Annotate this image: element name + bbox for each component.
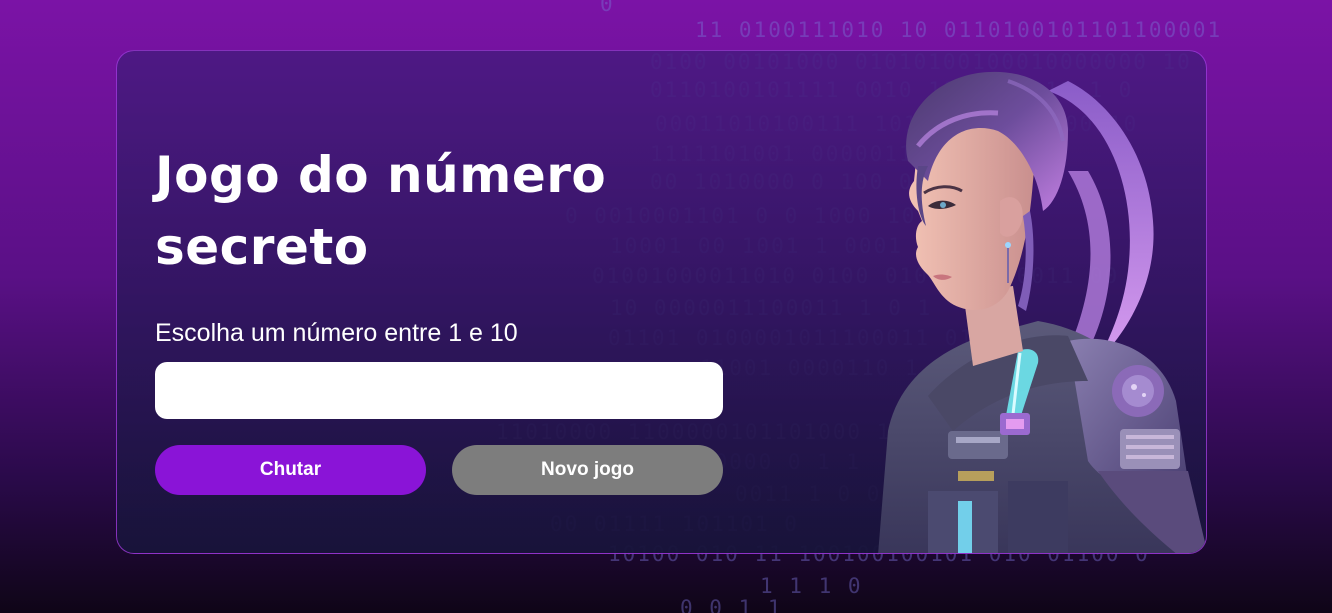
range-prompt: Escolha um número entre 1 e 10 [155, 319, 518, 347]
title-line-2: secreto [155, 218, 369, 276]
cyberpunk-woman-illustration [878, 71, 1206, 553]
binary-line: 11 0100111010 10 0110100101101100001 [695, 18, 1223, 42]
new-game-button[interactable]: Novo jogo [452, 445, 723, 495]
page-title: Jogo do número secreto [155, 139, 655, 283]
guess-input[interactable] [155, 362, 723, 419]
title-line-1: Jogo do número [155, 146, 607, 204]
binary-line: 0 [600, 0, 615, 16]
game-card: Jogo do número secreto Escolha um número… [116, 50, 1207, 554]
binary-line: 0 0 1 1 [680, 596, 783, 613]
guess-button[interactable]: Chutar [155, 445, 426, 495]
binary-line: 1 1 1 0 [760, 574, 863, 598]
